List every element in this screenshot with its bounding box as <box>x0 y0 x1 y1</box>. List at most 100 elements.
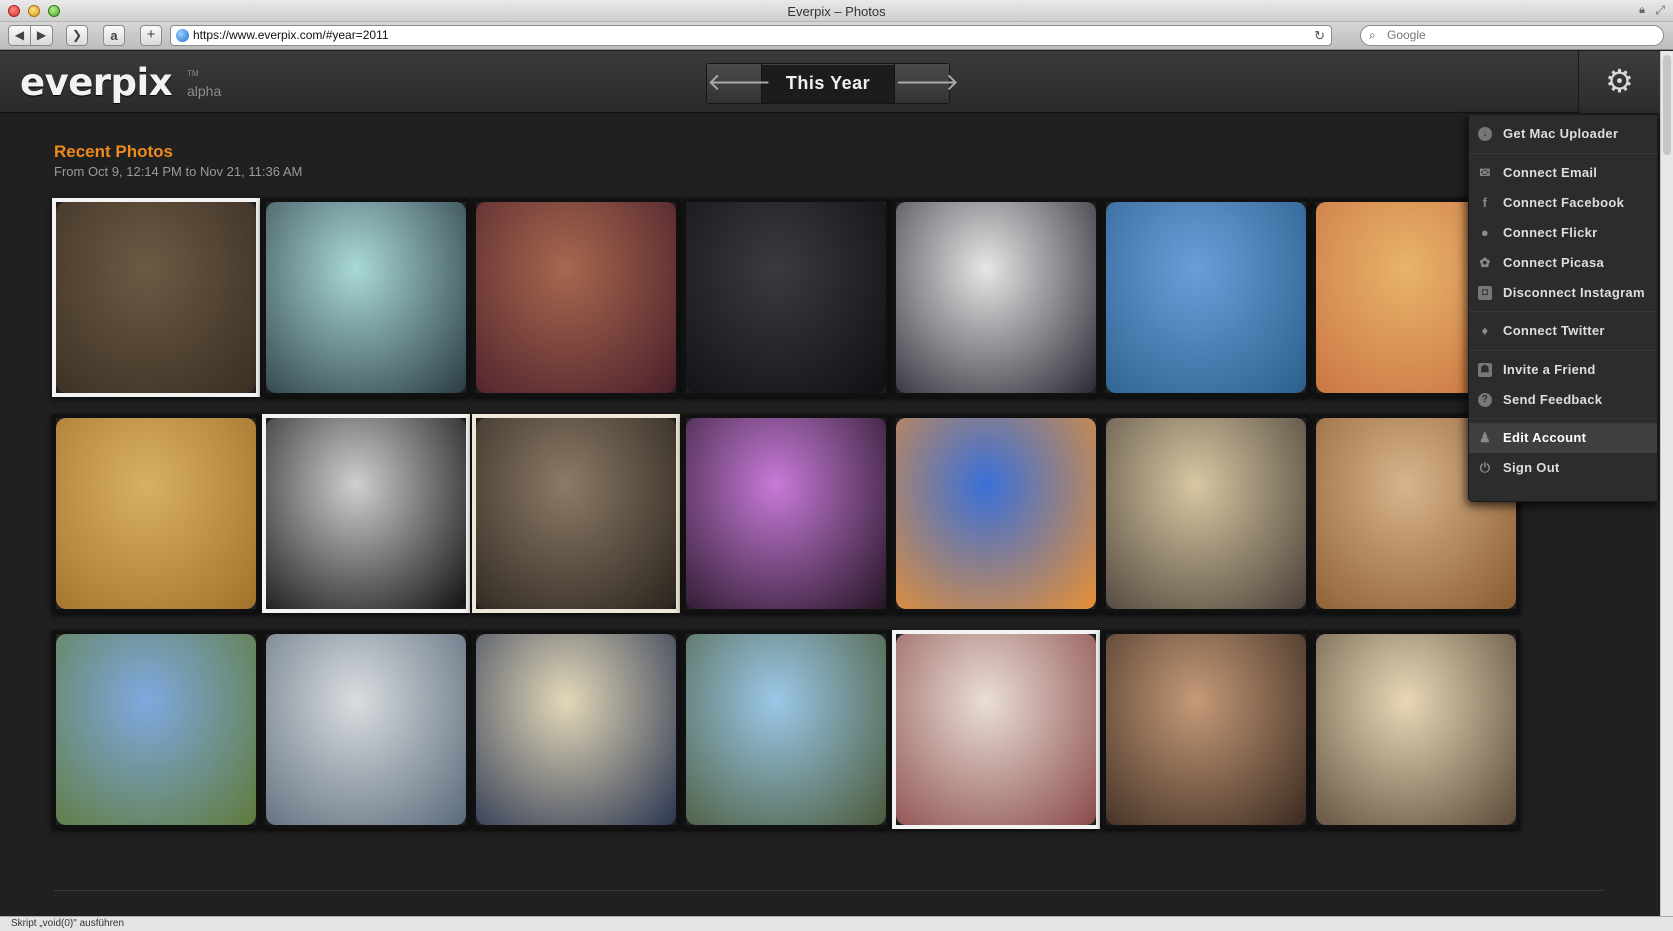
photo-thumbnail[interactable] <box>52 630 260 829</box>
add-bookmark-button[interactable]: + <box>140 25 162 46</box>
power-icon: ⏻ <box>1479 460 1491 475</box>
back-button[interactable]: ◀ <box>8 25 31 46</box>
photo-thumbnail[interactable] <box>1102 198 1310 397</box>
fullscreen-icon[interactable]: ⤢ <box>1655 3 1665 18</box>
forward-button[interactable]: ▶ <box>30 25 53 46</box>
photo-thumbnail[interactable] <box>52 414 260 613</box>
photo-thumbnail[interactable] <box>1102 414 1310 613</box>
instagram-icon: ◘ <box>1478 286 1492 300</box>
reload-icon[interactable]: ↻ <box>1314 26 1325 45</box>
window-titlebar: Everpix – Photos 🔒︎ ⤢ <box>0 0 1673 22</box>
photo-image <box>686 418 886 609</box>
logo-alpha-badge: alpha <box>187 83 222 99</box>
section-divider <box>54 890 1604 891</box>
photo-thumbnail[interactable] <box>682 198 890 397</box>
logo-trademark: TM <box>187 69 199 78</box>
download-icon: ↓ <box>1478 127 1492 141</box>
menu-item-label: Connect Email <box>1503 165 1598 180</box>
photo-image <box>1106 634 1306 825</box>
facebook-icon: f <box>1482 195 1488 210</box>
search-field[interactable]: ⌕ Google <box>1360 25 1664 46</box>
menu-item-connect-twitter[interactable]: ♦ Connect Twitter <box>1469 316 1657 346</box>
menu-separator <box>1469 311 1657 312</box>
section-title: Recent Photos <box>54 142 174 161</box>
photo-image <box>1106 202 1306 393</box>
menu-item-connect-facebook[interactable]: f Connect Facebook <box>1469 188 1657 218</box>
photo-image <box>686 202 886 393</box>
invite-icon: ☗ <box>1478 363 1492 377</box>
scrollbar-thumb[interactable] <box>1663 55 1671 155</box>
photo-thumbnail[interactable] <box>472 630 680 829</box>
person-icon: ♟ <box>1479 430 1491 445</box>
photo-image <box>56 418 256 609</box>
photo-thumbnail[interactable] <box>892 414 1100 613</box>
gear-icon[interactable]: ⚙ <box>1578 51 1660 113</box>
photo-image <box>476 418 676 609</box>
menu-separator <box>1469 350 1657 351</box>
amazon-bookmark-button[interactable]: a <box>103 25 125 46</box>
photo-thumbnail[interactable] <box>682 414 890 613</box>
everpix-logo[interactable]: everpix <box>20 61 173 104</box>
menu-item-get-mac-uploader[interactable]: ↓ Get Mac Uploader <box>1469 119 1657 149</box>
photo-image <box>896 418 1096 609</box>
url-text: https://www.everpix.com/#year=2011 <box>193 28 389 42</box>
arrow-right-icon[interactable]: 🡒 <box>894 64 959 103</box>
photo-thumbnail[interactable] <box>1102 630 1310 829</box>
window-title: Everpix – Photos <box>787 4 886 19</box>
photo-thumbnail[interactable] <box>262 630 470 829</box>
question-icon: ? <box>1478 393 1492 407</box>
menu-item-label: Connect Flickr <box>1503 225 1598 240</box>
photo-image <box>1316 634 1516 825</box>
photo-image <box>1106 418 1306 609</box>
menu-item-connect-flickr[interactable]: ● Connect Flickr <box>1469 218 1657 248</box>
photo-thumbnail[interactable] <box>472 414 680 613</box>
photo-thumbnail[interactable] <box>262 198 470 397</box>
menu-item-send-feedback[interactable]: ? Send Feedback <box>1469 385 1657 415</box>
menu-item-disconnect-instagram[interactable]: ◘ Disconnect Instagram <box>1469 278 1657 308</box>
photo-thumbnail[interactable] <box>682 630 890 829</box>
lock-icon: 🔒︎ <box>1639 4 1645 16</box>
top-sites-button[interactable]: ❯ <box>66 25 88 46</box>
menu-item-label: Get Mac Uploader <box>1503 126 1619 141</box>
section-date-range: From Oct 9, 12:14 PM to Nov 21, 11:36 AM <box>54 164 303 179</box>
picasa-icon: ✿ <box>1479 255 1491 270</box>
year-label[interactable]: This Year <box>763 64 893 103</box>
flickr-icon: ● <box>1480 225 1490 240</box>
settings-dropdown-menu: ↓ Get Mac Uploader ✉ Connect Email f Connect … <box>1468 114 1658 502</box>
app-header: everpix TM alpha 🡐 This Year 🡒 ⚙ <box>0 51 1660 113</box>
vertical-scrollbar[interactable] <box>1660 51 1673 916</box>
address-bar[interactable]: https://www.everpix.com/#year=2011 ↻ <box>170 25 1332 46</box>
menu-item-label: Sign Out <box>1503 460 1560 475</box>
menu-item-label: Send Feedback <box>1503 392 1603 407</box>
envelope-icon: ✉ <box>1479 165 1491 180</box>
photo-image <box>266 202 466 393</box>
menu-item-label: Edit Account <box>1503 430 1587 445</box>
photo-thumbnail[interactable] <box>1312 630 1520 829</box>
year-navigator: 🡐 This Year 🡒 <box>706 63 959 104</box>
menu-item-sign-out[interactable]: ⏻ Sign Out <box>1469 453 1657 483</box>
menu-item-label: Invite a Friend <box>1503 362 1596 377</box>
twitter-icon: ♦ <box>1481 323 1489 338</box>
photo-image <box>266 634 466 825</box>
photo-image <box>56 634 256 825</box>
status-bar: Skript „void(0)" ausführen <box>0 916 1673 931</box>
photo-image <box>896 634 1096 825</box>
menu-separator <box>1469 418 1657 419</box>
photos-main: Recent Photos From Oct 9, 12:14 PM to No… <box>0 114 1660 916</box>
menu-item-edit-account[interactable]: ♟ Edit Account <box>1469 423 1657 453</box>
photo-thumbnail[interactable] <box>262 414 470 613</box>
search-icon: ⌕ <box>1369 28 1376 42</box>
photo-thumbnail[interactable] <box>892 198 1100 397</box>
globe-icon <box>176 29 189 42</box>
menu-item-label: Connect Twitter <box>1503 323 1605 338</box>
photo-image <box>686 634 886 825</box>
menu-item-invite-a-friend[interactable]: ☗ Invite a Friend <box>1469 355 1657 385</box>
arrow-left-icon[interactable]: 🡐 <box>707 64 771 103</box>
browser-toolbar: ◀ ▶ ❯ a + https://www.everpix.com/#year=… <box>0 22 1673 50</box>
photo-thumbnail[interactable] <box>472 198 680 397</box>
menu-item-connect-email[interactable]: ✉ Connect Email <box>1469 158 1657 188</box>
search-placeholder: Google <box>1387 28 1426 42</box>
photo-thumbnail[interactable] <box>892 630 1100 829</box>
photo-thumbnail[interactable] <box>52 198 260 397</box>
menu-item-connect-picasa[interactable]: ✿ Connect Picasa <box>1469 248 1657 278</box>
